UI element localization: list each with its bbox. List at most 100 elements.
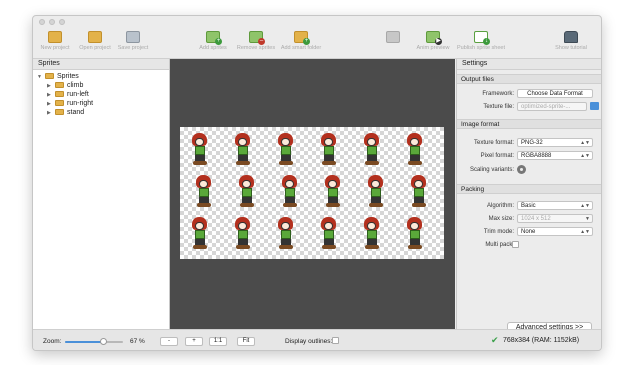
save-project-button[interactable]: Save project	[113, 28, 153, 58]
new-project-label: New project	[40, 45, 70, 51]
folder-icon	[45, 73, 54, 79]
sprite-frame[interactable]	[319, 217, 339, 251]
folder-icon	[55, 91, 64, 97]
open-project-button[interactable]: Open project	[75, 28, 115, 58]
add-smart-folder-label: Add smart folder	[280, 45, 322, 51]
multi-pack-label: Multi pack:	[485, 242, 514, 248]
status-bar: Zoom: 67 % - + 1:1 Fit Display outlines:…	[33, 329, 601, 350]
sprite-frame[interactable]	[405, 217, 425, 251]
gear-icon[interactable]	[517, 165, 526, 174]
status-text: 768x384 (RAM: 1152kB)	[503, 337, 580, 344]
pixel-format-value: RGBA8888	[521, 153, 552, 159]
sprite-frame[interactable]	[190, 133, 210, 167]
pixel-format-row: Pixel format: RGBA8888 ▲▼	[457, 151, 601, 161]
save-project-label: Save project	[117, 45, 149, 51]
zoom-actual-size-button[interactable]: 1:1	[209, 337, 227, 346]
minimize-window-button[interactable]	[49, 19, 55, 25]
sprite-frame[interactable]	[190, 217, 210, 251]
add-smart-folder-button[interactable]: + Add smart folder	[281, 28, 321, 58]
sprite-frame[interactable]	[276, 217, 296, 251]
settings-panel-title: Settings	[457, 59, 601, 70]
add-sprites-button[interactable]: + Add sprites	[193, 28, 233, 58]
texture-format-select[interactable]: PNG-32 ▲▼	[517, 138, 593, 147]
tree-root-sprites[interactable]: ▼ Sprites	[37, 72, 79, 81]
sprite-frame[interactable]	[409, 175, 429, 209]
tree-item-run-left[interactable]: ▶ run-left	[47, 90, 89, 99]
section-image-format: Image format	[457, 119, 601, 129]
multi-pack-checkbox[interactable]	[512, 241, 519, 248]
zoom-value: 67 %	[130, 338, 145, 345]
sprite-frame[interactable]	[323, 175, 343, 209]
tree-item-stand[interactable]: ▶ stand	[47, 108, 84, 117]
tree-root-label: Sprites	[57, 73, 79, 80]
disclosure-open-icon[interactable]: ▼	[37, 73, 45, 82]
publish-button[interactable]: ↓ Publish sprite sheet	[457, 28, 505, 58]
close-window-button[interactable]	[39, 19, 45, 25]
sprite-frame[interactable]	[280, 175, 300, 209]
sprite-frame[interactable]	[319, 133, 339, 167]
sprite-frame[interactable]	[233, 217, 253, 251]
remove-sprites-label: Remove sprites	[236, 45, 276, 51]
folder-icon	[55, 100, 64, 106]
chevron-updown-icon: ▲▼	[580, 140, 590, 146]
sprite-frame[interactable]	[276, 133, 296, 167]
chevron-updown-icon: ▲▼	[580, 153, 590, 159]
algorithm-row: Algorithm: Basic ▲▼	[457, 201, 601, 211]
disclosure-closed-icon[interactable]: ▶	[47, 109, 55, 118]
open-folder-icon	[88, 31, 102, 43]
sprite-frame[interactable]	[233, 133, 253, 167]
anim-preview-icon: ▶	[426, 31, 442, 45]
remove-sprites-icon: –	[249, 31, 265, 45]
zoom-in-button[interactable]: +	[185, 337, 203, 346]
sprite-sheet-canvas[interactable]	[170, 59, 455, 329]
max-size-select[interactable]: 1024 x 512 ▼	[517, 214, 593, 223]
max-size-label: Max size:	[488, 216, 514, 222]
title-bar	[33, 16, 601, 28]
algorithm-label: Algorithm:	[486, 203, 514, 209]
algorithm-select[interactable]: Basic ▲▼	[517, 201, 593, 210]
graduation-cap-icon	[564, 31, 578, 43]
sprite-frame[interactable]	[362, 217, 382, 251]
zoom-slider-handle[interactable]	[100, 338, 108, 345]
max-size-value: 1024 x 512	[521, 216, 551, 222]
pixel-format-label: Pixel format:	[480, 153, 514, 159]
settings-disabled-button[interactable]	[373, 28, 413, 58]
sprites-panel-title: Sprites	[33, 59, 169, 70]
framework-label: Framework:	[482, 91, 514, 97]
zoom-window-button[interactable]	[59, 19, 65, 25]
trim-mode-label: Trim mode:	[483, 229, 514, 235]
tree-item-run-right[interactable]: ▶ run-right	[47, 99, 93, 108]
sprite-frame[interactable]	[237, 175, 257, 209]
publish-icon: ↓	[474, 31, 490, 45]
texture-format-value: PNG-32	[521, 140, 543, 146]
new-project-button[interactable]: New project	[35, 28, 75, 58]
zoom-out-button[interactable]: -	[160, 337, 178, 346]
sprite-sheet-preview[interactable]	[180, 127, 444, 259]
display-outlines-checkbox[interactable]	[332, 337, 339, 344]
zoom-fit-button[interactable]: Fit	[237, 337, 255, 346]
scaling-variants-row: Scaling variants:	[457, 165, 601, 175]
texture-file-label: Texture file:	[483, 104, 514, 110]
choose-data-format-button[interactable]: Choose Data Format	[517, 89, 593, 98]
show-tutorial-label: Show tutorial	[555, 45, 587, 51]
add-sprites-label: Add sprites	[199, 45, 227, 51]
sprite-frame[interactable]	[362, 133, 382, 167]
zoom-slider[interactable]	[65, 338, 123, 345]
add-sprites-icon: +	[206, 31, 222, 45]
remove-sprites-button[interactable]: – Remove sprites	[236, 28, 276, 58]
chevron-updown-icon: ▲▼	[580, 203, 590, 209]
trim-mode-select[interactable]: None ▲▼	[517, 227, 593, 236]
anim-preview-button[interactable]: ▶ Anim preview	[413, 28, 453, 58]
show-tutorial-button[interactable]: Show tutorial	[551, 28, 591, 58]
sprite-frame[interactable]	[405, 133, 425, 167]
display-outlines-label: Display outlines:	[285, 338, 333, 345]
texture-file-input[interactable]: optimized-sprite-...	[517, 102, 587, 111]
texture-file-row: Texture file: optimized-sprite-...	[457, 102, 601, 112]
max-size-row: Max size: 1024 x 512 ▼	[457, 214, 601, 224]
sprite-frame[interactable]	[194, 175, 214, 209]
folder-browse-icon[interactable]	[590, 102, 599, 110]
tree-item-climb[interactable]: ▶ climb	[47, 81, 83, 90]
open-project-label: Open project	[79, 45, 111, 51]
sprite-frame[interactable]	[366, 175, 386, 209]
pixel-format-select[interactable]: RGBA8888 ▲▼	[517, 151, 593, 160]
